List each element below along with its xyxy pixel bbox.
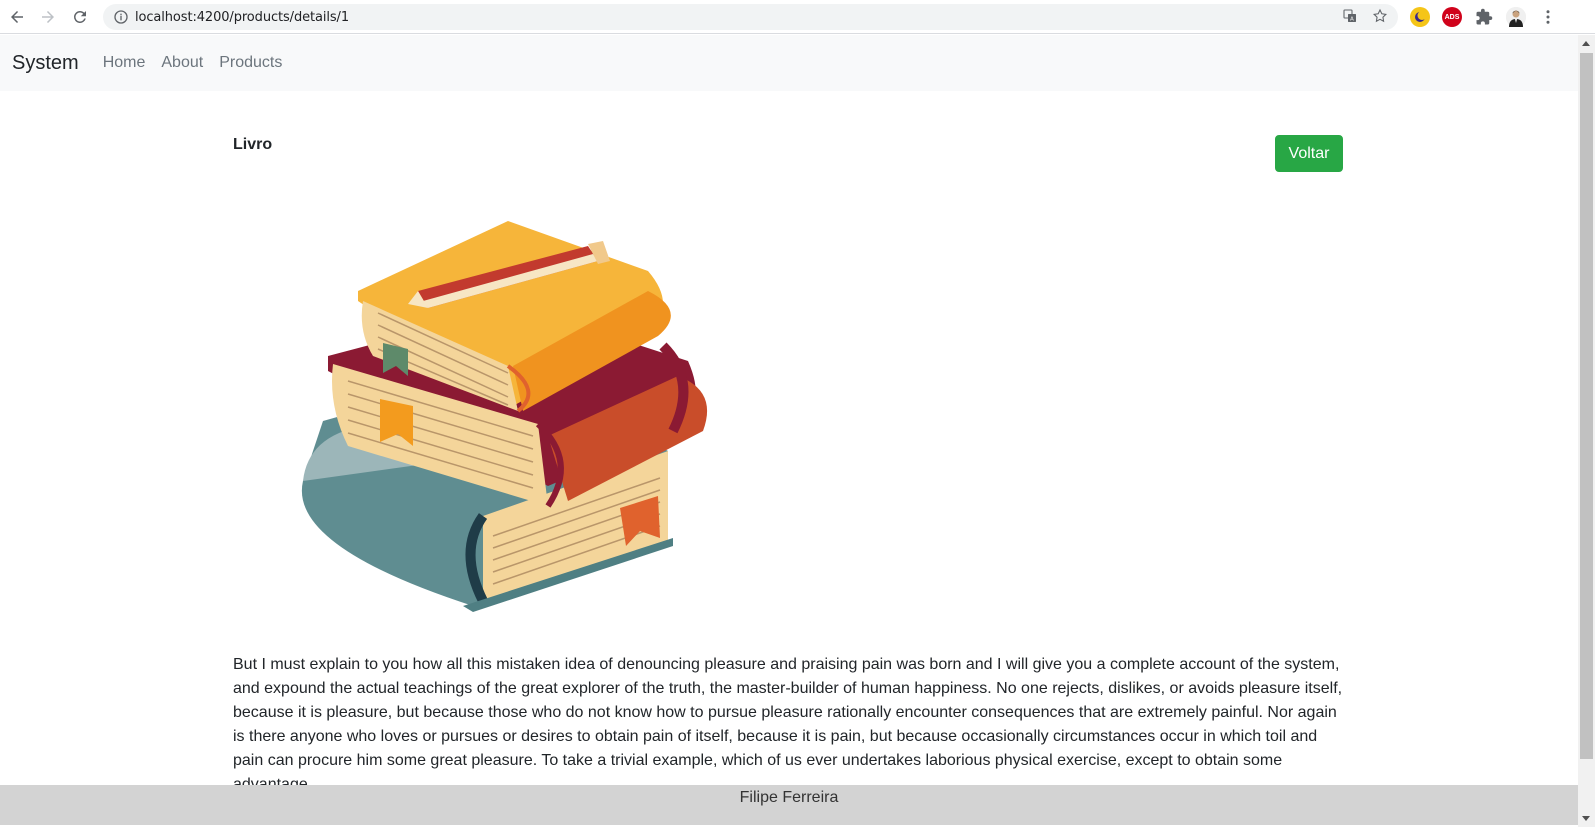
scroll-up-icon[interactable] [1582,41,1590,46]
product-header: Livro Voltar [233,91,1343,211]
product-description: But I must explain to you how all this m… [233,656,1343,793]
translate-icon[interactable]: A [1342,8,1358,24]
page-footer: Filipe Ferreira [0,785,1578,825]
books-illustration [301,221,708,612]
scroll-thumb[interactable] [1580,53,1593,759]
browser-toolbar: localhost:4200/products/details/1 A ADS [0,0,1595,34]
address-bar[interactable]: localhost:4200/products/details/1 A [103,4,1398,30]
star-icon[interactable] [1372,8,1388,24]
adblock-icon[interactable]: ADS [1442,7,1462,27]
page-scrollbar[interactable] [1578,35,1595,827]
nav-link-home[interactable]: Home [103,54,146,72]
info-icon[interactable] [113,9,129,25]
extension-moon-icon[interactable] [1410,7,1430,27]
app-navbar: System Home About Products [0,35,1578,91]
scroll-down-icon[interactable] [1582,816,1590,821]
forward-icon [42,11,54,23]
nav-link-about[interactable]: About [161,54,203,72]
svg-text:A: A [1350,17,1354,23]
back-to-list-button[interactable]: Voltar [1275,135,1343,172]
back-icon [11,11,23,23]
reload-icon [73,10,86,23]
puzzle-icon[interactable] [1474,7,1494,27]
menu-dots-icon[interactable] [1538,7,1558,27]
back-button[interactable] [1,1,33,33]
url-text[interactable]: localhost:4200/products/details/1 [135,10,349,25]
profile-avatar[interactable] [1506,7,1526,27]
product-title: Livro [233,136,273,153]
forward-button[interactable] [32,1,64,33]
navbar-brand[interactable]: System [12,52,79,75]
nav-link-products[interactable]: Products [219,54,282,72]
reload-button[interactable] [64,1,96,33]
product-details: Livro Voltar But I must explain to you h… [233,91,1343,793]
footer-text: Filipe Ferreira [739,789,839,806]
